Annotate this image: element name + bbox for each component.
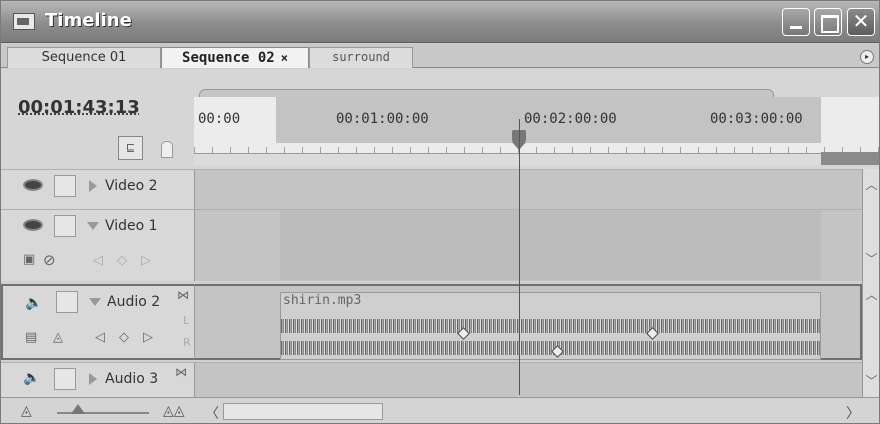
track-name: Audio 3 <box>105 371 159 387</box>
zoom-slider[interactable] <box>57 404 149 414</box>
collapse-icon[interactable] <box>89 298 101 306</box>
track-lock-toggle[interactable] <box>54 215 76 237</box>
sync-icon: ⋈ <box>175 365 187 379</box>
tab-label: Sequence 01 <box>41 50 127 65</box>
tab-label: surround <box>332 50 390 64</box>
scroll-up-icon[interactable]: ︿ <box>864 287 879 303</box>
show-keyframes-icon[interactable]: ⊘ <box>43 251 56 269</box>
window-title: Timeline <box>45 10 132 31</box>
track-lock-toggle[interactable] <box>54 175 76 197</box>
track-lock-toggle[interactable] <box>56 291 78 313</box>
work-area-bar[interactable] <box>194 153 879 165</box>
track-header-video-2: Video 2 <box>1 169 194 209</box>
scroll-down-icon[interactable]: ﹀ <box>864 373 879 389</box>
minimize-button[interactable] <box>782 8 810 36</box>
tab-bar: Sequence 01 Sequence 02 × surround ▸ <box>1 44 879 68</box>
track-header-video-1: Video 1 ▣ ⊘ ◁ ◇ ▷ <box>1 209 194 281</box>
channel-label: L <box>183 314 190 327</box>
waveform-left <box>281 319 820 333</box>
channel-label: R <box>183 336 191 349</box>
scroll-up-icon[interactable]: ︿ <box>864 177 879 193</box>
scroll-left-icon[interactable]: 〈 <box>205 403 219 423</box>
track-video-1[interactable] <box>194 209 862 281</box>
current-timecode[interactable]: 00:01:43:13 <box>18 97 140 118</box>
zoom-slider-thumb[interactable] <box>71 404 85 414</box>
tab-label: Sequence 02 <box>182 50 275 66</box>
sync-icon: ⋈ <box>177 288 189 302</box>
display-style-icon[interactable]: ▣ <box>23 252 35 267</box>
zoom-out-icon[interactable]: ◬ <box>21 403 32 419</box>
previous-keyframe-icon[interactable]: ◁ <box>93 253 103 268</box>
eye-icon[interactable] <box>23 219 43 231</box>
ruler-label: 00:01:00:00 <box>336 111 429 127</box>
close-button[interactable]: ✕ <box>847 8 875 36</box>
vertical-scrollbar[interactable]: ︿ ﹀ ︿ ﹀ <box>862 169 879 397</box>
scroll-right-icon[interactable]: 〉 <box>846 403 860 423</box>
snap-icon[interactable]: ⊑ <box>118 136 143 160</box>
close-tab-icon[interactable]: × <box>281 51 288 65</box>
previous-keyframe-icon[interactable]: ◁ <box>95 330 105 345</box>
panel-menu-button[interactable]: ▸ <box>860 50 874 64</box>
audio-clip[interactable]: shirin.mp3 <box>280 292 821 360</box>
track-name: Video 2 <box>105 178 158 194</box>
show-keyframes-icon[interactable]: ◬ <box>53 330 63 345</box>
timeline-icon <box>13 13 35 30</box>
speaker-icon[interactable]: 🔈 <box>25 295 42 311</box>
playhead-line <box>519 119 520 395</box>
track-video-2[interactable] <box>194 169 862 209</box>
track-name: Video 1 <box>105 218 158 234</box>
expand-icon[interactable] <box>89 180 97 192</box>
track-name: Audio 2 <box>107 294 161 310</box>
expand-icon[interactable] <box>89 373 97 385</box>
marker-icon[interactable] <box>159 139 175 159</box>
time-ruler[interactable]: 00:00 00:01:00:00 00:02:00:00 00:03:00:0… <box>194 97 879 165</box>
timeline-window: Timeline ✕ Sequence 01 Sequence 02 × surr… <box>0 0 880 424</box>
track-audio-3[interactable] <box>194 362 862 397</box>
add-keyframe-icon[interactable]: ◇ <box>119 330 129 345</box>
next-keyframe-icon[interactable]: ▷ <box>141 253 151 268</box>
track-audio-2[interactable]: shirin.mp3 <box>194 284 862 360</box>
scroll-down-icon[interactable]: ﹀ <box>864 251 879 267</box>
ruler-label: 00:02:00:00 <box>524 111 617 127</box>
collapse-icon[interactable] <box>87 222 99 230</box>
track-lock-toggle[interactable] <box>54 368 76 390</box>
tab-surround[interactable]: surround <box>309 47 413 68</box>
waveform-right <box>281 341 820 355</box>
speaker-icon[interactable]: 🔈 <box>23 370 40 386</box>
track-header-audio-2: 🔈 Audio 2 ⋈ L R ▤ ◬ ◁ ◇ ▷ <box>1 284 194 360</box>
zoom-in-icon[interactable]: ◬◬ <box>163 403 185 419</box>
ruler-label: 00:03:00:00 <box>710 111 803 127</box>
timeline-header: 00:01:43:13 ⊑ 00:00 00:01:00:00 00:02:00… <box>1 69 879 169</box>
tab-sequence-01[interactable]: Sequence 01 <box>7 47 161 68</box>
add-keyframe-icon[interactable]: ◇ <box>117 253 127 268</box>
track-header-audio-3: 🔈 Audio 3 ⋈ <box>1 362 194 397</box>
tab-sequence-02[interactable]: Sequence 02 × <box>161 47 309 68</box>
work-area-shade <box>280 210 821 280</box>
clip-name: shirin.mp3 <box>283 293 362 308</box>
display-style-icon[interactable]: ▤ <box>25 330 37 345</box>
work-area-end <box>821 152 879 165</box>
horizontal-scrollbar-thumb[interactable] <box>223 403 383 420</box>
zoom-bar: ◬ ◬◬ 〈 〉 <box>1 397 879 423</box>
title-bar[interactable]: Timeline ✕ <box>1 1 879 43</box>
eye-icon[interactable] <box>23 179 43 191</box>
ruler-label: 00:00 <box>198 111 241 127</box>
next-keyframe-icon[interactable]: ▷ <box>143 330 153 345</box>
maximize-button[interactable] <box>814 8 842 36</box>
